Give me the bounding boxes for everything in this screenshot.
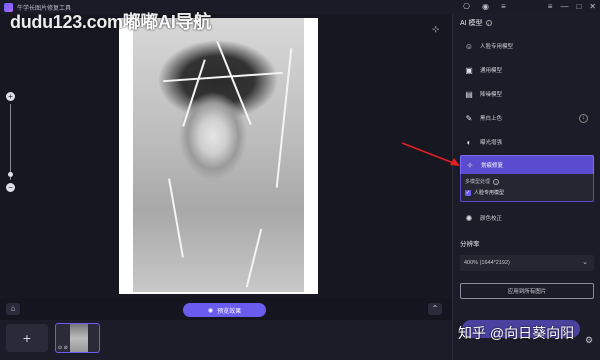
resolution-select[interactable]: 400% (1644*2192) ⌄ bbox=[460, 255, 594, 271]
ai-model-section-title: AI 模型 i bbox=[460, 18, 492, 28]
thumbnail-image bbox=[70, 324, 88, 352]
app-window: 牛学长图片修复工具 ⎔ ◉ ≡ ≡ — □ ✕ ⊹ + − dudu123.co… bbox=[0, 0, 600, 360]
canvas-area: ⊹ bbox=[0, 14, 452, 298]
ai-model-tab-icon[interactable]: ⎔ bbox=[463, 0, 470, 14]
exposure-icon: ◐ bbox=[466, 137, 472, 147]
zoom-slider-handle[interactable] bbox=[8, 172, 13, 177]
zoom-slider-track[interactable] bbox=[10, 104, 11, 180]
model-label: 颜色校正 bbox=[480, 216, 503, 222]
window-controls: ≡ — □ ✕ bbox=[548, 2, 596, 12]
apply-to-all-button[interactable]: 应用到所有图片 bbox=[460, 283, 594, 299]
info-icon[interactable]: i bbox=[493, 178, 500, 185]
preview-button[interactable]: ◉ 预览效果 bbox=[183, 303, 266, 317]
model-item-exposure[interactable]: ◐ 曝光增强 bbox=[460, 132, 594, 152]
preview-label: 预览效果 bbox=[217, 308, 242, 315]
close-icon[interactable]: ✕ bbox=[589, 2, 596, 12]
photo-preview bbox=[119, 18, 318, 294]
face-icon: ☺ bbox=[464, 41, 474, 51]
maximize-icon[interactable]: □ bbox=[576, 2, 581, 12]
add-image-button[interactable]: + bbox=[6, 324, 48, 352]
multi-model-title-text: 多模型处理 bbox=[465, 179, 491, 185]
resolution-value: 400% (1644*2192) bbox=[464, 260, 510, 266]
watermark-text: dudu123.com嘟嘟AI导航 bbox=[10, 12, 211, 32]
model-label: 划痕修复 bbox=[481, 163, 504, 169]
thumbnail-item[interactable]: ⊙ ⊘ bbox=[55, 323, 100, 353]
model-item-denoise[interactable]: ▤ 降噪模型 bbox=[460, 84, 594, 104]
home-icon: ⌂ bbox=[10, 304, 16, 313]
color-correct-icon: ✺ bbox=[465, 213, 473, 223]
denoise-icon: ▤ bbox=[465, 89, 473, 99]
model-label: 人脸专用模型 bbox=[480, 44, 514, 50]
enhance-tab-icon[interactable]: ◉ bbox=[482, 0, 489, 14]
model-label: 降噪模型 bbox=[480, 92, 503, 98]
model-label: 通用模型 bbox=[480, 68, 503, 74]
colorize-icon: ✎ bbox=[465, 113, 473, 123]
model-item-scratch-repair[interactable]: ✧ 划痕修复 bbox=[460, 155, 594, 175]
collapse-button[interactable]: ⌃ bbox=[428, 303, 442, 315]
apply-to-all-label: 应用到所有图片 bbox=[507, 289, 547, 295]
section-title-text: AI 模型 bbox=[460, 20, 483, 27]
minimize-icon[interactable]: — bbox=[560, 2, 568, 12]
eye-icon: ◉ bbox=[207, 307, 214, 314]
model-item-general[interactable]: ▣ 通用模型 bbox=[460, 60, 594, 80]
checkbox-label: 人脸专用模型 bbox=[474, 190, 505, 196]
scratch-repair-icon: ✧ bbox=[466, 160, 474, 170]
settings-icon[interactable]: ⚙ bbox=[585, 335, 593, 346]
panel-tabs: ⎔ ◉ ≡ bbox=[463, 0, 506, 14]
resolution-label: 分辨率 bbox=[460, 241, 480, 248]
multi-model-title: 多模型处理 i bbox=[465, 178, 500, 185]
home-button[interactable]: ⌂ bbox=[6, 303, 20, 315]
old-portrait-image bbox=[133, 18, 304, 292]
image-icon: ▣ bbox=[465, 65, 473, 75]
chevron-up-icon: ⌃ bbox=[431, 304, 439, 313]
list-tab-icon[interactable]: ≡ bbox=[501, 0, 506, 14]
model-item-face[interactable]: ☺ 人脸专用模型 bbox=[460, 36, 594, 56]
thumbnail-status-icon: ⊙ ⊘ bbox=[58, 345, 68, 351]
red-annotation-arrow bbox=[401, 142, 460, 166]
model-item-color-correct[interactable]: ✺ 颜色校正 bbox=[460, 208, 594, 228]
info-icon[interactable]: i bbox=[485, 20, 492, 27]
download-icon[interactable]: ↓ bbox=[579, 114, 588, 123]
model-label: 曝光增强 bbox=[480, 140, 503, 146]
menu-icon[interactable]: ≡ bbox=[548, 2, 553, 12]
checkbox-checked-icon: ✓ bbox=[465, 189, 471, 196]
face-model-checkbox[interactable]: ✓ 人脸专用模型 bbox=[465, 189, 504, 196]
multi-model-box: 多模型处理 i ✓ 人脸专用模型 bbox=[460, 174, 594, 202]
crop-icon[interactable]: ⊹ bbox=[432, 24, 440, 35]
zhihu-watermark: 知乎 @向日葵向阳 bbox=[458, 325, 575, 341]
zoom-out-button[interactable]: − bbox=[6, 183, 15, 192]
model-item-colorize[interactable]: ✎ 黑白上色 ↓ bbox=[460, 108, 594, 128]
zoom-in-button[interactable]: + bbox=[6, 92, 15, 101]
model-label: 黑白上色 bbox=[480, 116, 503, 122]
chevron-down-icon: ⌄ bbox=[582, 259, 588, 266]
